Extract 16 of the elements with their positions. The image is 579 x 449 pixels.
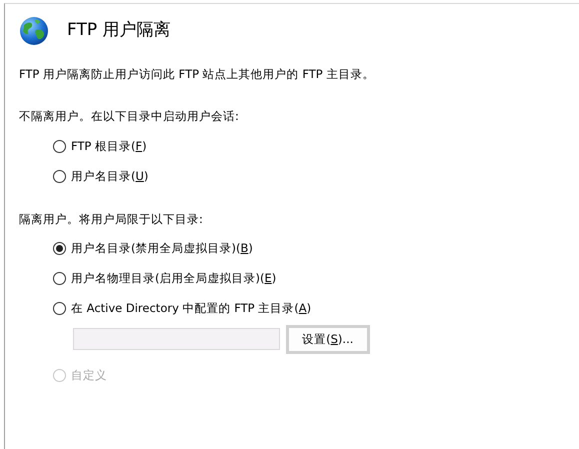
section-heading: 隔离用户。将用户局限于以下目录: (19, 210, 204, 228)
description-text: FTP 用户隔离防止用户访问此 FTP 站点上其他用户的 FTP 主目录。 (19, 66, 376, 83)
radio-button[interactable] (53, 272, 66, 286)
radio-label[interactable]: 用户名目录(禁用全局虚拟目录)(B) (71, 240, 253, 258)
radio-button[interactable] (53, 302, 66, 316)
section-heading: 不隔离用户。在以下目录中启动用户会话: (19, 108, 240, 126)
globe-icon (19, 16, 49, 46)
radio-label[interactable]: FTP 根目录(F) (71, 138, 147, 156)
radio-button[interactable] (53, 140, 66, 153)
page-title: FTP 用户隔离 (67, 19, 171, 42)
radio-button[interactable] (53, 242, 66, 256)
radio-label[interactable]: 用户名物理目录(启用全局虚拟目录)(E) (71, 270, 276, 288)
radio-label[interactable]: 在 Active Directory 中配置的 FTP 主目录(A) (71, 300, 312, 318)
radio-label[interactable]: 用户名目录(U) (71, 168, 148, 186)
radio-button[interactable] (53, 170, 66, 183)
settings-button[interactable]: 设置(S)... (286, 324, 370, 354)
